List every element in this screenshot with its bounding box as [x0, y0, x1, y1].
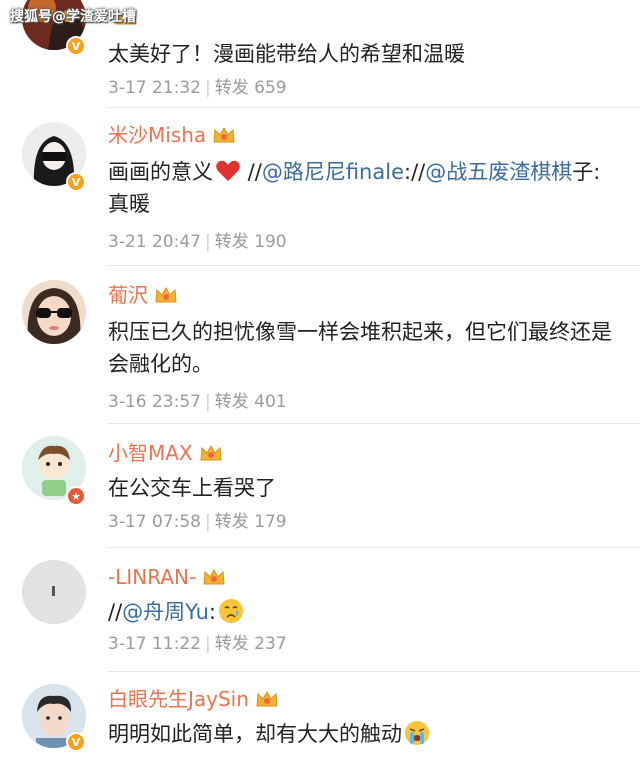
- username[interactable]: 小智MAX: [108, 440, 193, 466]
- text-segment: :: [208, 600, 216, 624]
- repost-count: 659: [254, 78, 287, 98]
- meta-divider: |: [204, 512, 211, 532]
- meta-divider: |: [204, 392, 211, 412]
- mention-link[interactable]: @路尼尼finale: [262, 160, 404, 184]
- plain-grey-avatar-icon: [22, 560, 86, 624]
- username[interactable]: -LINRAN-: [108, 564, 196, 590]
- avatar[interactable]: [22, 280, 86, 344]
- comment-text: 明明如此简单，却有大大的触动: [108, 718, 618, 750]
- text-separator: //: [108, 600, 123, 624]
- comment-text: 太美好了！漫画能带给人的希望和温暖: [108, 42, 465, 66]
- text-segment: 明明如此简单，却有大大的触动: [108, 722, 402, 746]
- crying-face-icon: [218, 599, 243, 623]
- username[interactable]: 白眼先生JaySin: [108, 686, 249, 712]
- username-row: -LINRAN-: [108, 564, 226, 590]
- username[interactable]: 葡沢: [108, 282, 148, 308]
- timestamp: 3-17 11:22: [108, 634, 201, 654]
- crown-icon: [213, 126, 235, 143]
- comment-meta: 3-17 21:32 | 转发 659: [108, 76, 287, 100]
- crown-icon: [256, 690, 278, 707]
- meta-divider: |: [204, 232, 211, 252]
- star-badge-icon: ★: [66, 486, 86, 506]
- comment-text: 画画的意义 //@路尼尼finale://@战五废渣棋棋子: 真暖: [108, 156, 618, 220]
- red-heart-icon: [216, 160, 240, 181]
- timestamp: 3-16 23:57: [108, 392, 201, 412]
- username-row: 小智MAX: [108, 440, 223, 466]
- meta-divider: |: [204, 634, 211, 654]
- text-separator: //: [241, 160, 262, 184]
- comment-meta: 3-21 20:47 | 转发 190: [108, 230, 287, 254]
- mention-link[interactable]: @战五废渣棋棋: [425, 160, 572, 184]
- repost-label[interactable]: 转发: [215, 232, 249, 252]
- sunglasses-girl-avatar-icon: [22, 280, 86, 344]
- text-segment: 画画的意义: [108, 160, 213, 184]
- comment-item: V 米沙Misha 画画的意义 //@路尼尼finale://@战五废渣棋棋子:…: [0, 108, 640, 266]
- repost-label[interactable]: 转发: [215, 78, 249, 98]
- verified-badge-icon: V: [66, 36, 86, 56]
- username-row: 白眼先生JaySin: [108, 686, 279, 712]
- crown-icon: [200, 444, 222, 461]
- comment-item: V 白眼先生JaySin 明明如此简单，却有大大的触动: [0, 672, 640, 757]
- timestamp: 3-17 07:58: [108, 512, 201, 532]
- repost-count: 401: [254, 392, 287, 412]
- verified-badge-icon: V: [66, 732, 86, 752]
- comment-text: //@舟周Yu:: [108, 596, 618, 628]
- comment-meta: 3-17 11:22 | 转发 237: [108, 632, 287, 656]
- timestamp: 3-21 20:47: [108, 232, 201, 252]
- comment-meta: 3-17 07:58 | 转发 179: [108, 510, 287, 534]
- timestamp: 3-17 21:32: [108, 78, 201, 98]
- username-row: 米沙Misha: [108, 122, 236, 148]
- comment-item: -LINRAN- //@舟周Yu: 3-17 11:22 | 转发 237: [0, 548, 640, 672]
- comment-text: 在公交车上看哭了: [108, 476, 276, 500]
- meta-divider: |: [204, 78, 211, 98]
- comment-item: 葡沢 积压已久的担忧像雪一样会堆积起来，但它们最终还是会融化的。 3-16 23…: [0, 266, 640, 424]
- username[interactable]: 米沙Misha: [108, 122, 206, 148]
- repost-label[interactable]: 转发: [215, 512, 249, 532]
- crown-icon: [155, 286, 177, 303]
- repost-label[interactable]: 转发: [215, 634, 249, 654]
- repost-count: 179: [254, 512, 287, 532]
- verified-badge-icon: V: [66, 172, 86, 192]
- repost-label[interactable]: 转发: [215, 392, 249, 412]
- comment-text: 积压已久的担忧像雪一样会堆积起来，但它们最终还是会融化的。: [108, 320, 612, 376]
- text-separator: ://: [404, 160, 426, 184]
- loud-crying-face-icon: [405, 721, 429, 745]
- watermark: 搜狐号@学渣爱吐槽: [10, 9, 136, 25]
- comment-meta: 3-16 23:57 | 转发 401: [108, 390, 287, 414]
- repost-count: 190: [254, 232, 287, 252]
- comment-item: ★ 小智MAX 在公交车上看哭了 3-17 07:58 | 转发 179: [0, 424, 640, 548]
- crown-icon: [203, 568, 225, 585]
- repost-count: 237: [254, 634, 287, 654]
- mention-link[interactable]: @舟周Yu: [122, 600, 209, 624]
- avatar[interactable]: [22, 560, 86, 624]
- username-row: 葡沢: [108, 282, 178, 308]
